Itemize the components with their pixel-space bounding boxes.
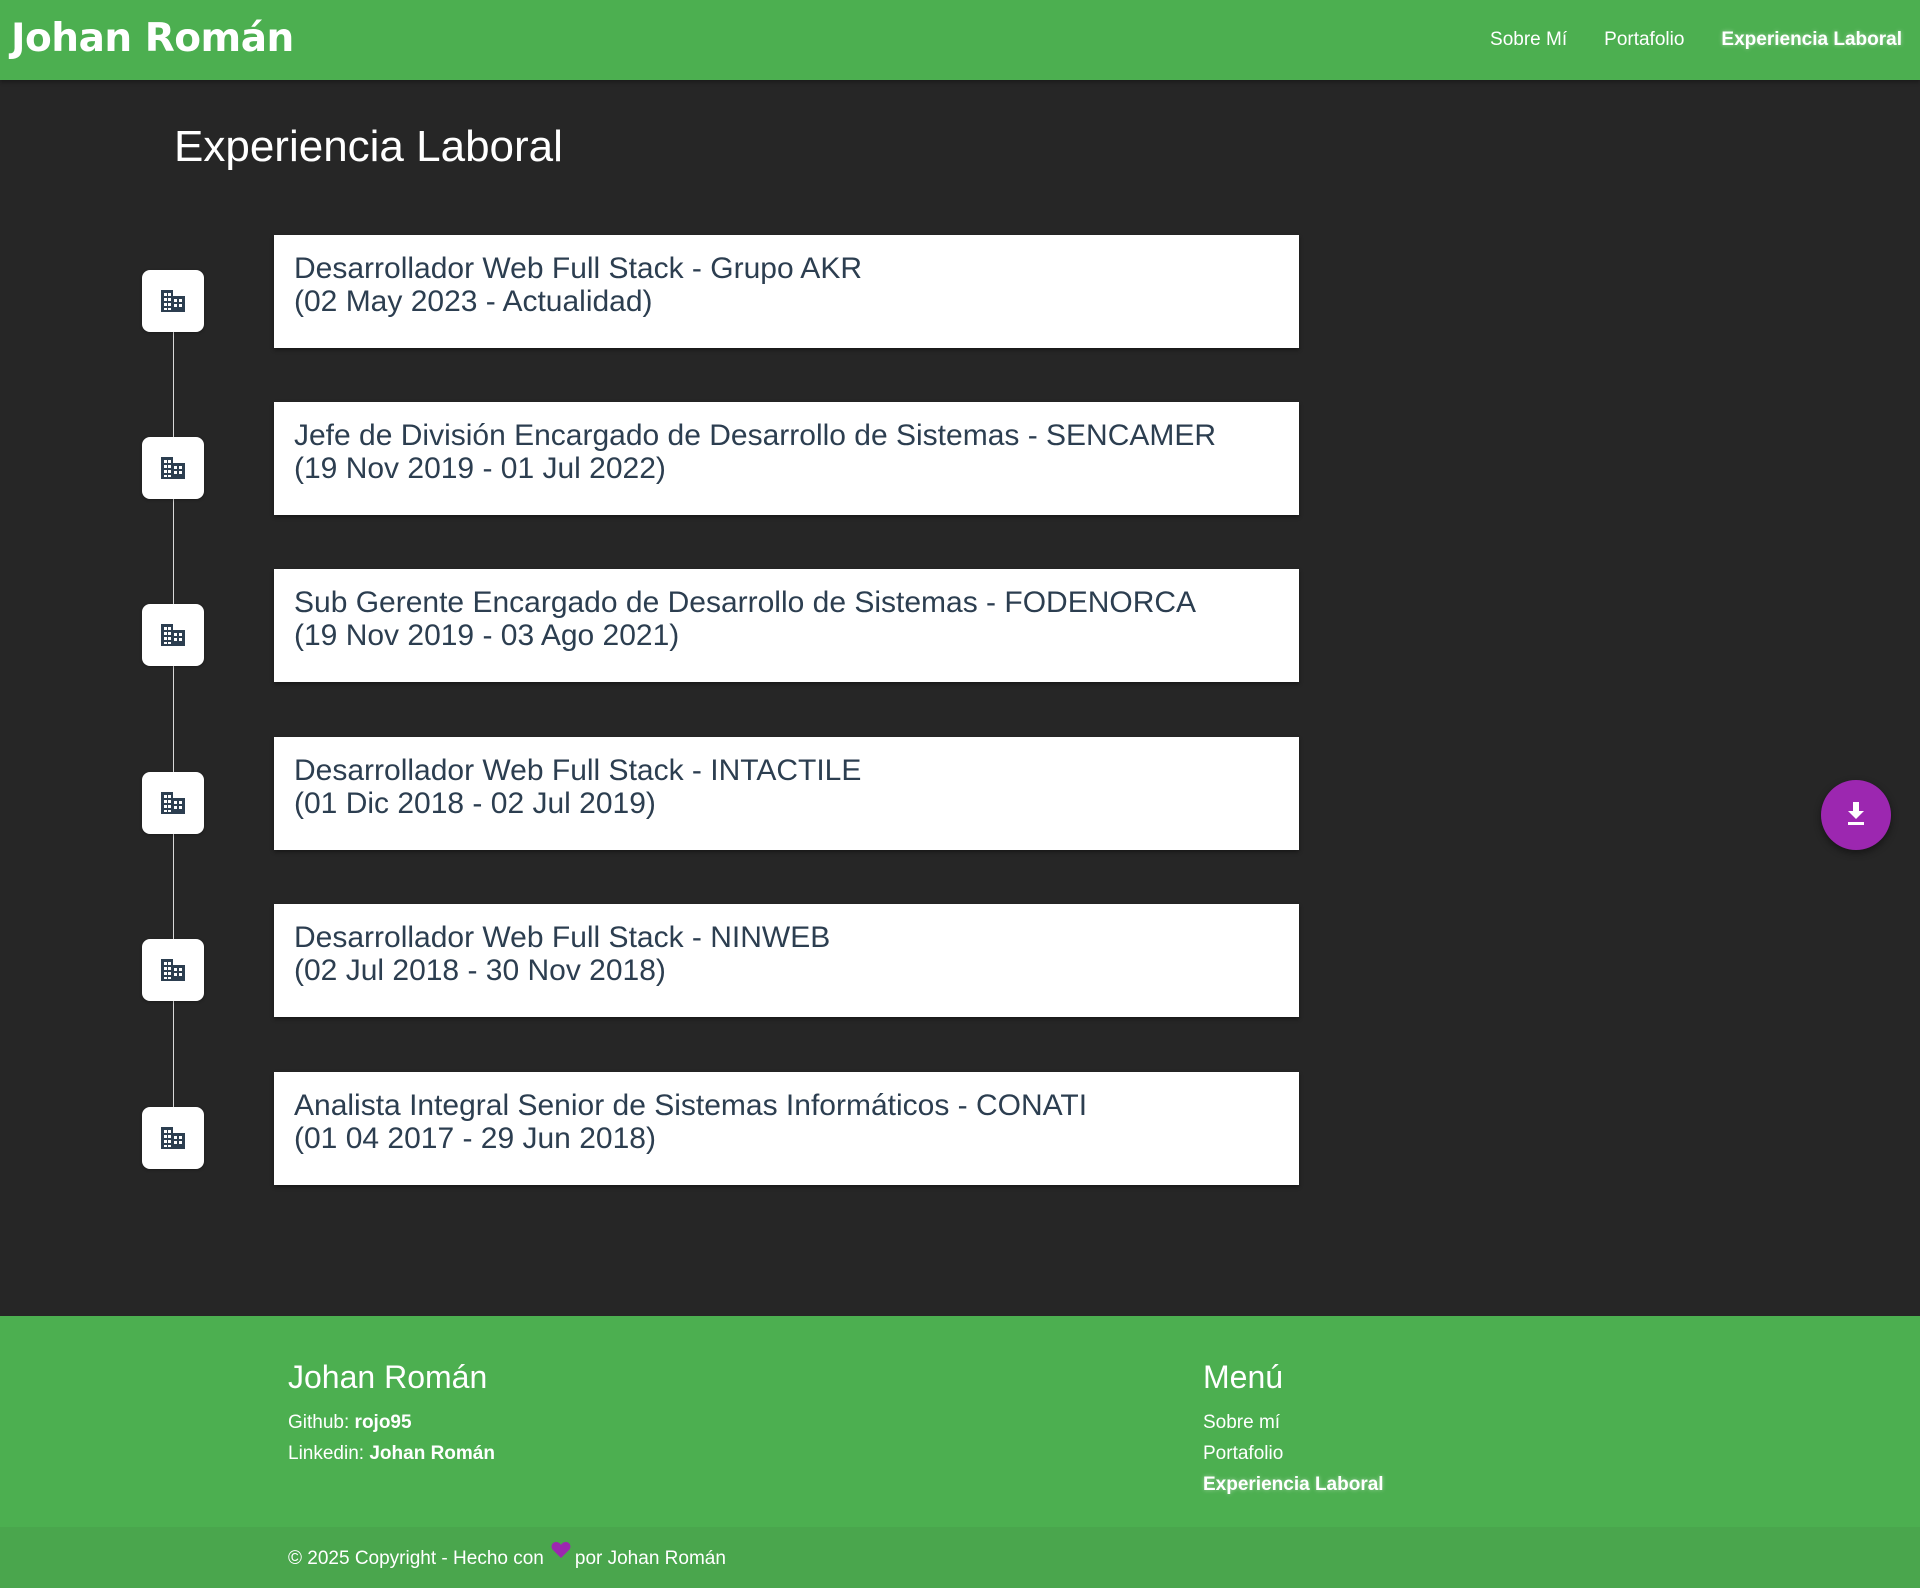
github-label: Github: xyxy=(288,1412,355,1433)
building-icon xyxy=(142,939,204,1001)
experience-period: (19 Nov 2019 - 03 Ago 2021) xyxy=(294,619,680,652)
footer-menu-title: Menú xyxy=(1203,1359,1284,1395)
linkedin-label: Linkedin: xyxy=(288,1443,370,1464)
experience-title: Desarrollador Web Full Stack - NINWEB xyxy=(294,921,831,954)
building-icon xyxy=(142,772,204,834)
copyright-bar: © 2025 Copyright - Hecho con por Johan R… xyxy=(0,1527,1920,1588)
experience-period: (01 04 2017 - 29 Jun 2018) xyxy=(294,1122,656,1155)
copyright-suffix: por Johan Román xyxy=(574,1548,726,1569)
linkedin-link[interactable]: Johan Román xyxy=(369,1443,495,1464)
footer-link-experiencia-laboral[interactable]: Experiencia Laboral xyxy=(1203,1474,1384,1496)
experience-timeline: Desarrollador Web Full Stack - Grupo AKR… xyxy=(0,0,1920,1316)
experience-title: Jefe de División Encargado de Desarrollo… xyxy=(294,419,1217,452)
footer-github: Github: rojo95 xyxy=(288,1412,412,1434)
experience-period: (19 Nov 2019 - 01 Jul 2022) xyxy=(294,452,666,485)
experience-period: (02 May 2023 - Actualidad) xyxy=(294,285,653,318)
timeline-item: Desarrollador Web Full Stack - NINWEB (0… xyxy=(0,904,1920,1017)
building-icon xyxy=(142,604,204,666)
experience-card: Jefe de División Encargado de Desarrollo… xyxy=(274,402,1299,515)
experience-title: Sub Gerente Encargado de Desarrollo de S… xyxy=(294,586,1197,619)
experience-title: Desarrollador Web Full Stack - INTACTILE xyxy=(294,754,862,787)
footer: Johan Román Github: rojo95 Linkedin: Joh… xyxy=(0,1316,1920,1527)
footer-title: Johan Román xyxy=(288,1359,488,1395)
experience-period: (01 Dic 2018 - 02 Jul 2019) xyxy=(294,787,656,820)
experience-card: Desarrollador Web Full Stack - NINWEB (0… xyxy=(274,904,1299,1017)
github-link[interactable]: rojo95 xyxy=(355,1412,412,1433)
heart-icon xyxy=(551,1541,571,1565)
experience-period: (02 Jul 2018 - 30 Nov 2018) xyxy=(294,954,666,987)
timeline-item: Sub Gerente Encargado de Desarrollo de S… xyxy=(0,569,1920,682)
footer-link-portafolio[interactable]: Portafolio xyxy=(1203,1443,1283,1465)
footer-linkedin: Linkedin: Johan Román xyxy=(288,1443,495,1465)
download-icon xyxy=(1844,801,1868,830)
copyright-prefix: © 2025 Copyright - Hecho con xyxy=(288,1548,544,1569)
timeline-item: Desarrollador Web Full Stack - Grupo AKR… xyxy=(0,235,1920,348)
timeline-item: Analista Integral Senior de Sistemas Inf… xyxy=(0,1072,1920,1185)
building-icon xyxy=(142,270,204,332)
experience-card: Desarrollador Web Full Stack - INTACTILE… xyxy=(274,737,1299,850)
timeline-item: Jefe de División Encargado de Desarrollo… xyxy=(0,402,1920,515)
experience-title: Analista Integral Senior de Sistemas Inf… xyxy=(294,1089,1088,1122)
timeline-item: Desarrollador Web Full Stack - INTACTILE… xyxy=(0,737,1920,850)
experience-title: Desarrollador Web Full Stack - Grupo AKR xyxy=(294,252,862,285)
experience-card: Sub Gerente Encargado de Desarrollo de S… xyxy=(274,569,1299,682)
building-icon xyxy=(142,1107,204,1169)
experience-card: Analista Integral Senior de Sistemas Inf… xyxy=(274,1072,1299,1185)
download-cv-button[interactable] xyxy=(1821,780,1891,850)
footer-link-sobre-mi[interactable]: Sobre mí xyxy=(1203,1412,1280,1434)
building-icon xyxy=(142,437,204,499)
experience-card: Desarrollador Web Full Stack - Grupo AKR… xyxy=(274,235,1299,348)
